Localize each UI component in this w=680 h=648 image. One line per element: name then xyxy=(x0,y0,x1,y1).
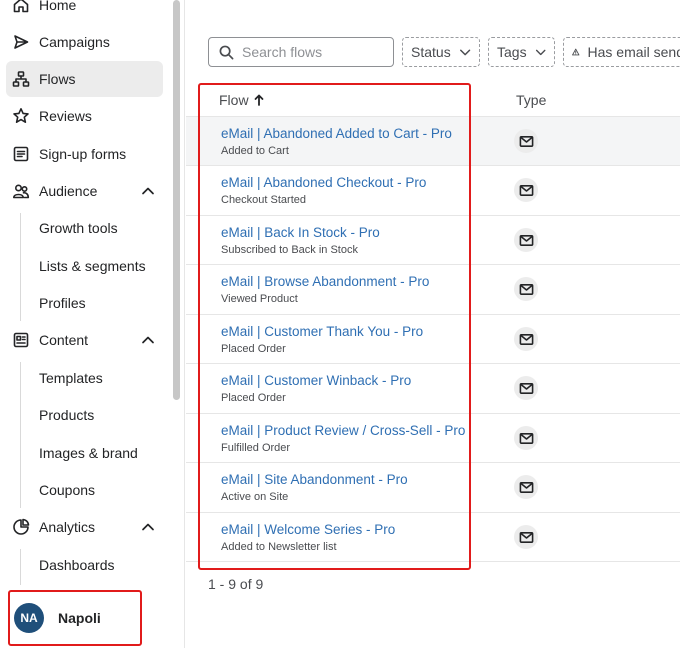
home-icon xyxy=(12,0,30,14)
table-row[interactable]: eMail | Site Abandonment - Pro Active on… xyxy=(186,462,680,511)
mail-icon xyxy=(514,525,538,549)
status-filter-label: Status xyxy=(411,44,451,60)
search-input[interactable] xyxy=(242,44,382,60)
column-header-flow-label: Flow xyxy=(219,92,249,108)
mail-icon xyxy=(514,178,538,202)
column-header-type[interactable]: Type xyxy=(516,92,546,108)
column-header-flow[interactable]: Flow xyxy=(219,92,265,108)
sidebar-subitem-coupons[interactable]: Coupons xyxy=(39,475,169,505)
sidebar-subitem-dashboards[interactable]: Dashboards xyxy=(39,550,169,580)
flow-name-link[interactable]: eMail | Site Abandonment - Pro xyxy=(221,472,408,487)
people-icon xyxy=(12,182,30,200)
sidebar-item-label: Content xyxy=(39,332,89,348)
user-account-button[interactable]: NA Napoli xyxy=(8,590,142,646)
sidebar-item-label: Campaigns xyxy=(39,34,110,50)
chevron-down-icon xyxy=(459,49,470,56)
mail-icon xyxy=(514,228,538,252)
sidebar-subitem-profiles[interactable]: Profiles xyxy=(39,288,169,318)
table-row[interactable]: eMail | Welcome Series - Pro Added to Ne… xyxy=(186,512,680,561)
flow-trigger: Viewed Product xyxy=(221,293,298,305)
sidebar-item-flows[interactable]: Flows xyxy=(6,61,163,97)
user-name: Napoli xyxy=(58,610,101,626)
analytics-submenu-line xyxy=(20,549,21,585)
analytics-icon xyxy=(12,518,30,536)
sidebar-item-label: Audience xyxy=(39,183,98,199)
chevron-up-icon[interactable] xyxy=(141,184,155,198)
sidebar-subitem-products[interactable]: Products xyxy=(39,400,169,430)
chevron-up-icon[interactable] xyxy=(141,520,155,534)
mail-icon xyxy=(514,475,538,499)
star-icon xyxy=(12,107,30,125)
status-filter-button[interactable]: Status xyxy=(402,37,480,67)
tags-filter-label: Tags xyxy=(497,44,527,60)
flow-trigger: Checkout Started xyxy=(221,194,306,206)
table-header: Flow Type xyxy=(186,84,680,116)
mail-icon xyxy=(514,426,538,450)
flow-name-link[interactable]: eMail | Product Review / Cross-Sell - Pr… xyxy=(221,423,465,438)
flow-trigger: Added to Newsletter list xyxy=(221,541,337,553)
flow-trigger: Placed Order xyxy=(221,392,286,404)
flow-trigger: Placed Order xyxy=(221,343,286,355)
flows-icon xyxy=(12,70,30,88)
mail-icon xyxy=(514,327,538,351)
table-row[interactable]: eMail | Browse Abandonment - Pro Viewed … xyxy=(186,264,680,313)
sidebar-subitem-images-brand[interactable]: Images & brand xyxy=(39,438,169,468)
sidebar-item-analytics[interactable]: Analytics xyxy=(6,509,163,545)
sidebar-divider xyxy=(184,0,185,648)
sort-ascending-icon xyxy=(254,94,263,106)
sidebar-scrollbar[interactable] xyxy=(173,0,180,400)
flow-trigger: Fulfilled Order xyxy=(221,442,291,454)
audience-submenu-line xyxy=(20,213,21,321)
table-row[interactable]: eMail | Customer Thank You - Pro Placed … xyxy=(186,314,680,363)
table-row[interactable]: eMail | Back In Stock - Pro Subscribed t… xyxy=(186,215,680,264)
sidebar-item-label: Flows xyxy=(39,71,76,87)
table-row[interactable]: eMail | Abandoned Added to Cart - Pro Ad… xyxy=(186,116,680,165)
sidebar-item-label: Sign-up forms xyxy=(39,146,127,162)
flow-name-link[interactable]: eMail | Customer Winback - Pro xyxy=(221,373,411,388)
sidebar-item-signup-forms[interactable]: Sign-up forms xyxy=(6,136,163,172)
flow-trigger: Active on Site xyxy=(221,491,289,503)
pagination-summary: 1 - 9 of 9 xyxy=(208,576,264,592)
tags-filter-button[interactable]: Tags xyxy=(488,37,555,67)
sidebar-item-campaigns[interactable]: Campaigns xyxy=(6,24,163,60)
flow-name-link[interactable]: eMail | Customer Thank You - Pro xyxy=(221,324,423,339)
mail-icon xyxy=(514,376,538,400)
sidebar-subitem-lists-segments[interactable]: Lists & segments xyxy=(39,251,169,281)
sidebar-item-label: Reviews xyxy=(39,108,92,124)
flow-name-link[interactable]: eMail | Abandoned Checkout - Pro xyxy=(221,175,426,190)
table-bottom-border xyxy=(186,561,680,562)
content-submenu-line xyxy=(20,362,21,508)
sidebar-item-label: Analytics xyxy=(39,519,96,535)
flow-name-link[interactable]: eMail | Abandoned Added to Cart - Pro xyxy=(221,126,452,141)
table-row[interactable]: eMail | Customer Winback - Pro Placed Or… xyxy=(186,363,680,412)
chevron-down-icon xyxy=(535,49,546,56)
search-box[interactable] xyxy=(208,37,394,67)
warning-icon xyxy=(572,48,580,56)
content-icon xyxy=(12,331,30,349)
form-icon xyxy=(12,145,30,163)
sidebar-subitem-growth-tools[interactable]: Growth tools xyxy=(39,213,169,243)
send-icon xyxy=(12,33,30,51)
sidebar-item-label: Home xyxy=(39,0,77,13)
table-row[interactable]: eMail | Abandoned Checkout - Pro Checkou… xyxy=(186,165,680,214)
sidebar: Home Campaigns Flows Reviews Sign-up for… xyxy=(0,0,172,648)
flow-trigger: Subscribed to Back in Stock xyxy=(221,244,358,256)
flow-name-link[interactable]: eMail | Browse Abandonment - Pro xyxy=(221,274,429,289)
search-icon xyxy=(219,45,234,59)
sidebar-item-reviews[interactable]: Reviews xyxy=(6,98,163,134)
sidebar-item-content[interactable]: Content xyxy=(6,322,163,358)
has-email-send-filter-button[interactable]: Has email send xyxy=(563,37,680,67)
table-row[interactable]: eMail | Product Review / Cross-Sell - Pr… xyxy=(186,413,680,462)
flow-trigger: Added to Cart xyxy=(221,145,289,157)
flow-name-link[interactable]: eMail | Back In Stock - Pro xyxy=(221,225,380,240)
sidebar-item-audience[interactable]: Audience xyxy=(6,173,163,209)
avatar: NA xyxy=(14,603,44,633)
has-email-send-filter-label: Has email send xyxy=(587,44,680,60)
sidebar-subitem-templates[interactable]: Templates xyxy=(39,363,169,393)
mail-icon xyxy=(514,277,538,301)
sidebar-item-home[interactable]: Home xyxy=(6,0,163,23)
mail-icon xyxy=(514,129,538,153)
chevron-up-icon[interactable] xyxy=(141,333,155,347)
flow-name-link[interactable]: eMail | Welcome Series - Pro xyxy=(221,522,395,537)
